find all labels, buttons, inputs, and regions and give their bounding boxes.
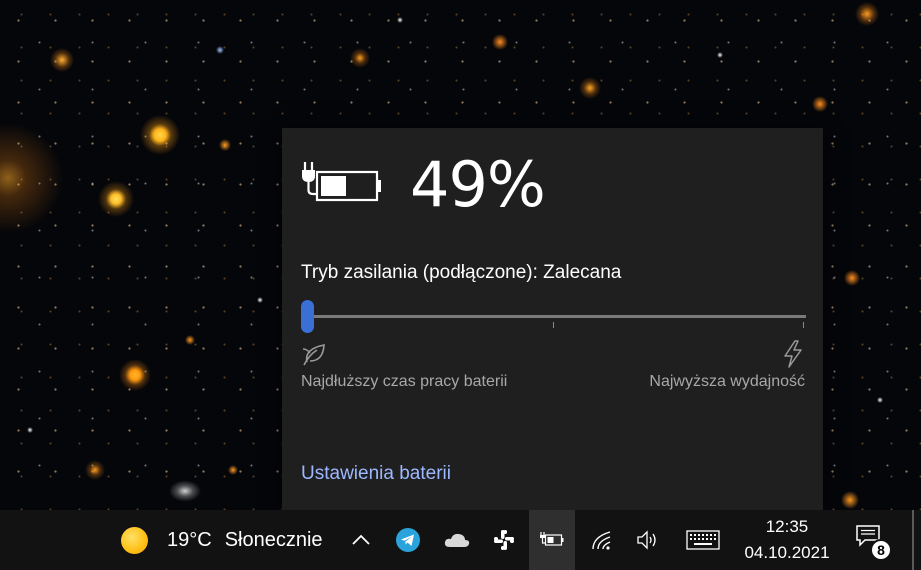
lightning-bolt-icon	[784, 340, 802, 368]
weather-temperature: 19°C	[167, 528, 212, 551]
sun-icon	[121, 526, 148, 554]
battery-percentage: 49%	[410, 148, 546, 221]
battery-tray-icon[interactable]	[529, 510, 575, 570]
slider-right-label: Najwyższa wydajność	[649, 373, 805, 390]
slack-icon[interactable]	[487, 524, 521, 556]
slider-tick-middle	[553, 322, 554, 328]
battery-flyout: 49% Tryb zasilania (podłączone): Zalecan…	[282, 128, 823, 510]
clock-date: 04.10.2021	[744, 543, 830, 562]
slider-track[interactable]	[301, 315, 806, 318]
weather-description: Słonecznie	[224, 528, 323, 551]
notification-count-badge: 8	[870, 539, 892, 561]
leaf-icon	[302, 344, 325, 366]
slider-thumb[interactable]	[301, 300, 314, 333]
wifi-icon[interactable]	[585, 524, 619, 556]
clock[interactable]: 12:35 04.10.2021	[735, 510, 839, 570]
show-desktop-button[interactable]	[912, 510, 914, 570]
power-mode-label: Tryb zasilania (podłączone): Zalecana	[301, 262, 622, 283]
slider-left-label: Najdłuższy czas pracy baterii	[301, 373, 508, 390]
chevron-up-icon[interactable]	[344, 524, 378, 556]
weather-widget[interactable]: 19°C Słonecznie	[112, 510, 332, 570]
telegram-icon[interactable]	[391, 524, 425, 556]
taskbar: 19°C Słonecznie 12:35 04.10.2021 8	[0, 510, 921, 570]
battery-plugged-icon	[302, 162, 381, 202]
cloud-icon[interactable]	[440, 524, 474, 556]
notification-center-button[interactable]: 8	[855, 524, 895, 564]
slider-tick-end	[803, 322, 804, 328]
volume-icon[interactable]	[631, 524, 665, 556]
clock-time: 12:35	[765, 517, 809, 536]
battery-settings-link[interactable]: Ustawienia baterii	[301, 462, 451, 486]
keyboard-icon[interactable]	[683, 524, 723, 556]
power-mode-slider[interactable]	[301, 298, 806, 334]
